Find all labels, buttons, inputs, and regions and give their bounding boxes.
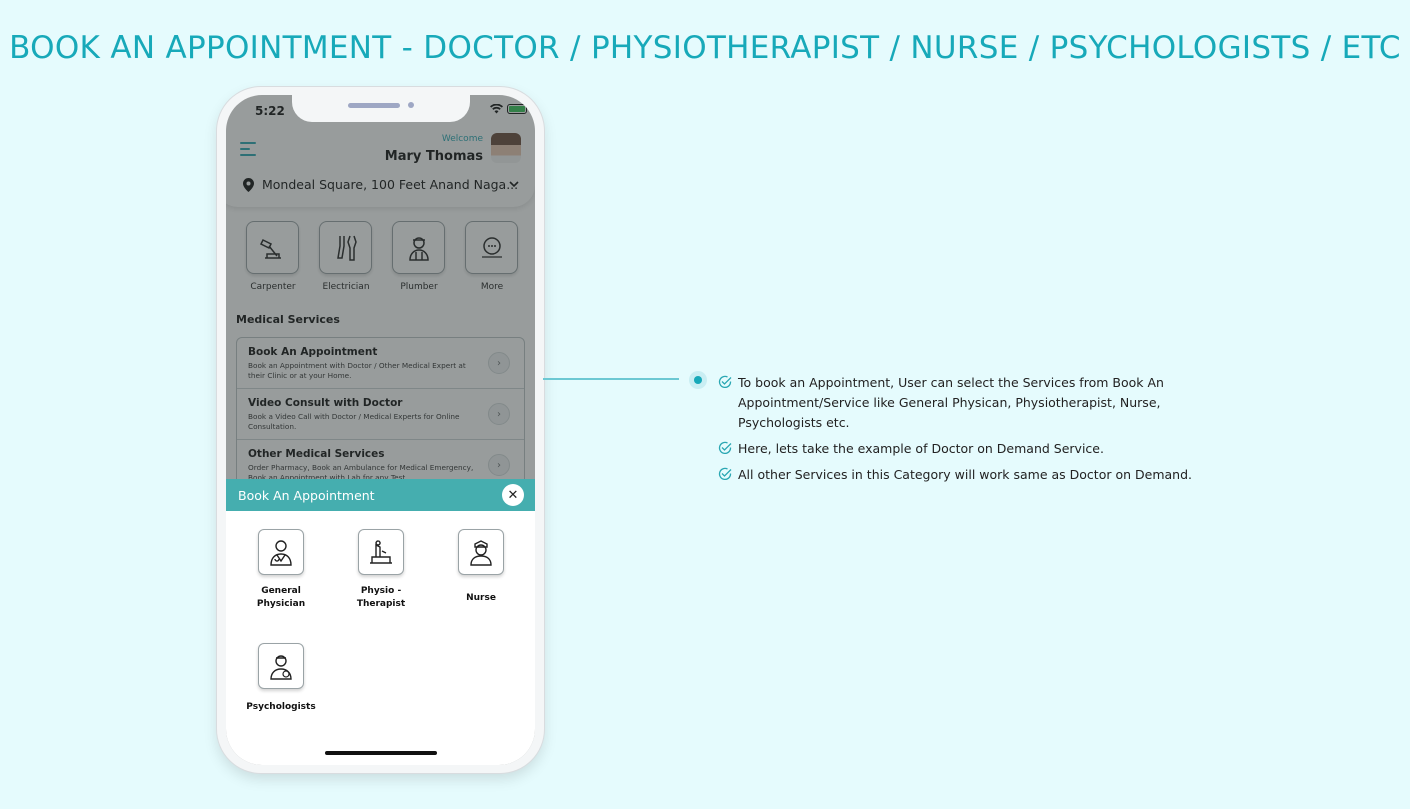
page-title: BOOK AN APPOINTMENT - DOCTOR / PHYSIOTHE… <box>9 30 1401 66</box>
psychologist-icon <box>258 643 304 689</box>
check-circle-icon <box>718 375 732 389</box>
nurse-icon <box>458 529 504 575</box>
note-item: Here, lets take the example of Doctor on… <box>718 439 1198 459</box>
option-physiotherapist[interactable]: Physio - Therapist <box>331 529 431 611</box>
sheet-header: Book An Appointment ✕ <box>226 479 535 511</box>
phone-screen: 5:22 Welcome Mary Thomas Mondeal Square,… <box>226 95 535 765</box>
speaker <box>348 103 400 108</box>
sheet-title: Book An Appointment <box>238 488 375 503</box>
callout-dot <box>689 371 707 389</box>
home-indicator <box>325 751 437 755</box>
close-button[interactable]: ✕ <box>502 484 524 506</box>
close-icon: ✕ <box>507 487 519 503</box>
physio-icon <box>358 529 404 575</box>
option-label: General Physician <box>256 586 306 609</box>
check-circle-icon <box>718 467 732 481</box>
note-text: To book an Appointment, User can select … <box>738 375 1164 430</box>
book-appointment-sheet: Book An Appointment ✕ General Physician P… <box>226 479 535 765</box>
option-nurse[interactable]: Nurse <box>431 529 531 605</box>
camera <box>408 102 414 108</box>
option-label: Nurse <box>466 593 496 603</box>
option-label: Physio - Therapist <box>356 586 406 609</box>
note-text: All other Services in this Category will… <box>738 467 1192 482</box>
note-item: All other Services in this Category will… <box>718 465 1198 485</box>
option-psychologists[interactable]: Psychologists <box>231 643 331 714</box>
option-general-physician[interactable]: General Physician <box>231 529 331 611</box>
note-text: Here, lets take the example of Doctor on… <box>738 441 1104 456</box>
check-circle-icon <box>718 441 732 455</box>
notes-list: To book an Appointment, User can select … <box>718 373 1198 491</box>
phone-mockup: 5:22 Welcome Mary Thomas Mondeal Square,… <box>217 87 544 773</box>
phone-notch <box>292 95 470 122</box>
doctor-icon <box>258 529 304 575</box>
option-label: Psychologists <box>246 702 316 712</box>
note-item: To book an Appointment, User can select … <box>718 373 1198 433</box>
callout-connector-line <box>543 378 679 380</box>
